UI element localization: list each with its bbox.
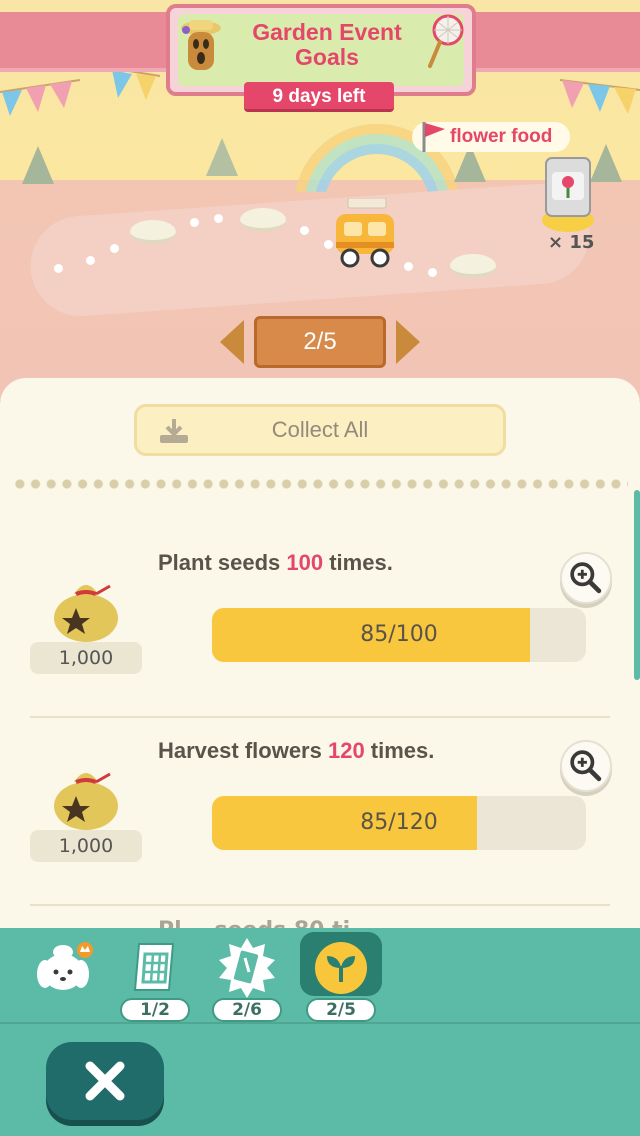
zoom-in-icon [570,750,602,782]
goal-target: 120 [327,738,365,763]
page-indicator: 2/5 [254,316,386,368]
goal-text-suffix: times. [323,550,393,575]
tree-decoration [22,146,54,184]
event-title: Garden Event Goals [252,19,402,70]
path-dot [428,268,437,277]
goal-text-prefix: Harvest flowers [158,738,328,763]
path-dot [404,262,413,271]
net-icon [428,14,464,68]
tree-decoration [206,138,238,176]
zoom-button[interactable] [560,552,612,604]
reward-amount: 1,000 [30,642,142,674]
goal-description: Plant seeds 100 times. [158,550,393,576]
path-stone [450,254,496,278]
tab-bar: 1/2 2/6 2/5 [0,928,640,1024]
path-dot [214,214,223,223]
ticket-burst-icon [219,938,275,998]
dog-face-icon [37,942,93,990]
tab-isabelle[interactable] [22,934,108,1022]
close-icon [85,1061,125,1101]
bell-bag-icon [54,584,118,642]
path-stone [240,208,286,232]
dotted-divider [12,478,628,490]
reward-amount: 1,000 [30,830,142,862]
tab-badge: 2/6 [212,998,282,1022]
goal-description: Harvest flowers 120 times. [158,738,434,764]
zoom-in-icon [570,562,602,594]
reward-count: × 15 [548,232,595,253]
collect-all-button[interactable]: Collect All [134,404,506,456]
flag-icon [422,122,445,152]
collect-all-label: Collect All [271,417,369,442]
goal-target: 100 [286,550,324,575]
goal-row: 1,000 Harvest flowers 120 times. 85/120 [0,720,640,906]
download-icon [160,419,188,443]
progress-label: 85/120 [360,810,438,835]
row-divider [30,904,610,906]
zoom-button[interactable] [560,740,612,792]
goal-row: 1,000 Plant seeds 100 times. 85/100 [0,532,640,718]
sprout-icon [315,942,367,994]
path-dot [86,256,95,265]
path-stone [130,220,176,244]
days-left-ribbon: 9 days left [244,82,394,112]
tab-badge: 2/5 [306,998,376,1022]
tab-garden[interactable]: 2/5 [298,932,384,1022]
calendar-icon [133,943,175,991]
van-icon [336,198,394,268]
goal-text-prefix: Plant seeds [158,550,287,575]
progress-label: 85/100 [360,622,438,647]
goals-panel: Collect All 1,000 Plant seeds 100 times.… [0,378,640,930]
mascot-icon [181,20,221,70]
goal-text-suffix: times. [364,738,435,763]
path-dot [190,218,199,227]
path-dot [110,244,119,253]
row-divider [30,716,610,718]
progress-bar: 85/100 [212,608,586,662]
progress-bar: 85/120 [212,796,586,850]
page-selector: 2/5 [216,316,424,368]
path-dot [300,226,309,235]
close-button[interactable] [46,1042,164,1120]
tab-badge: 1/2 [120,998,190,1022]
chevron-left-icon[interactable] [216,318,246,366]
bell-bag-icon [54,772,118,830]
footer [0,1024,640,1136]
seed-bag-icon [542,157,594,232]
path-dot [54,264,63,273]
tab-calendar[interactable]: 1/2 [112,934,198,1022]
chevron-right-icon[interactable] [394,318,424,366]
event-scene: Garden Event Goals 9 days left flower fo… [0,0,640,400]
tab-event[interactable]: 2/6 [204,934,290,1022]
